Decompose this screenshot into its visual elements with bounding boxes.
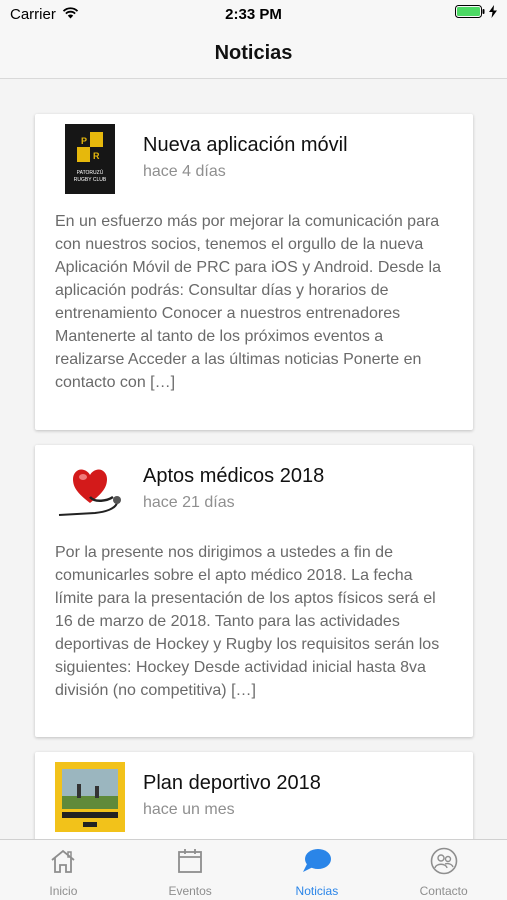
news-thumbnail: P R PATORUZÚ RUGBY CLUB [55,124,125,194]
news-title: Plan deportivo 2018 [143,772,321,794]
battery-icon [455,5,485,23]
chat-bubble-icon [302,847,332,880]
wifi-icon [62,6,79,23]
tab-noticias[interactable]: Noticias [254,840,381,900]
news-title: Aptos médicos 2018 [143,465,325,487]
news-card[interactable]: Aptos médicos 2018 hace 21 días Por la p… [35,445,473,737]
news-excerpt: Por la presente nos dirigimos a ustedes … [55,544,440,699]
tab-eventos[interactable]: Eventos [127,840,254,900]
home-icon [49,847,77,880]
svg-text:P: P [81,136,87,146]
svg-text:RUGBY CLUB: RUGBY CLUB [74,177,107,183]
sports-photo-icon [55,762,125,832]
navigation-bar: Noticias [0,28,507,79]
tab-contacto[interactable]: Contacto [380,840,507,900]
news-title: Nueva aplicación móvil [143,134,348,156]
status-time: 2:33 PM [225,5,282,23]
news-thumbnail [55,455,125,525]
news-list[interactable]: P R PATORUZÚ RUGBY CLUB Nueva aplicación… [0,79,507,839]
tab-bar: Inicio Eventos Noticias Contacto [0,839,507,900]
page-title: Noticias [214,41,293,64]
carrier-label: Carrier [10,5,56,23]
charging-icon [489,5,497,23]
contact-icon [429,847,459,880]
calendar-icon [176,847,204,880]
news-excerpt: En un esfuerzo más por mejorar la comuni… [55,213,441,391]
news-date: hace un mes [143,801,235,818]
tab-label: Inicio [49,884,78,898]
news-date: hace 21 días [143,494,235,511]
tab-label: Noticias [295,884,339,898]
news-thumbnail [55,762,125,832]
tab-label: Contacto [419,884,468,898]
tab-label: Eventos [168,884,212,898]
svg-text:R: R [93,151,100,161]
news-card[interactable]: Plan deportivo 2018 hace un mes [35,752,473,839]
status-bar: Carrier 2:33 PM [0,0,507,28]
svg-text:PATORUZÚ: PATORUZÚ [77,169,104,176]
heart-stethoscope-icon [58,469,121,516]
club-logo-icon: P R PATORUZÚ RUGBY CLUB [65,124,115,194]
news-date: hace 4 días [143,163,226,180]
news-card[interactable]: P R PATORUZÚ RUGBY CLUB Nueva aplicación… [35,114,473,430]
tab-inicio[interactable]: Inicio [0,840,127,900]
